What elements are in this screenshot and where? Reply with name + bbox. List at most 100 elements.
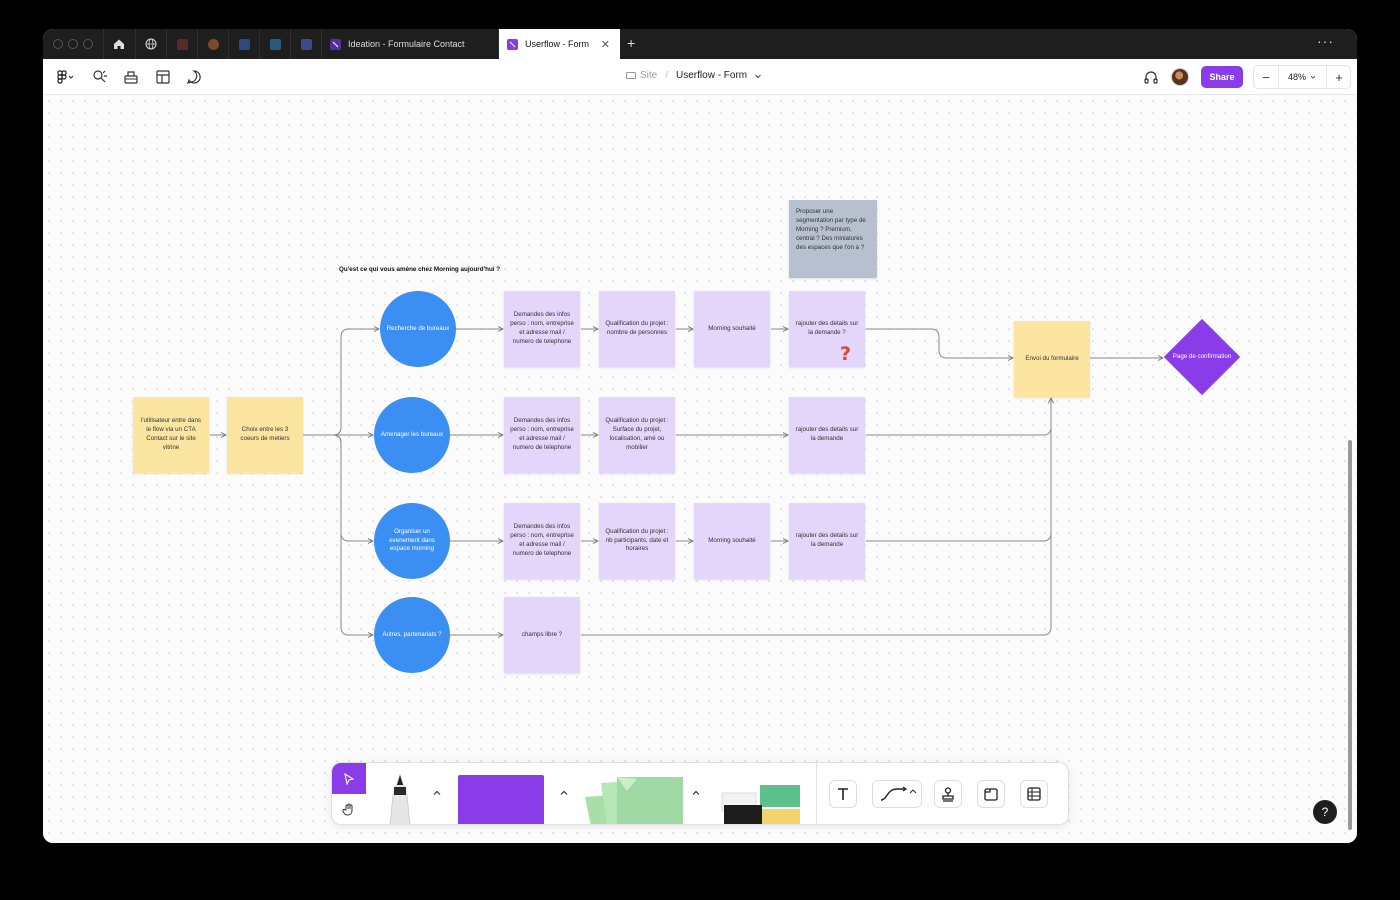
board-canvas[interactable]: Qu'est ce qui vous amène chez Morning au… [43,95,1357,843]
sticky-rajouter-details[interactable]: rajouter des details sur la demande [789,397,865,473]
shapes-tool-button[interactable] [458,775,544,824]
sticky-rajouter-details[interactable]: rajouter des details sur la demande ? [789,291,865,367]
marker-pen-icon [389,773,411,824]
close-window-button[interactable] [53,39,63,49]
sticky-start[interactable]: l'utilisateur entre dans le flow via un … [133,397,209,473]
sticky-qualification[interactable]: Qualification du projet : nb participant… [599,503,675,579]
marker-tool-button[interactable] [372,771,428,824]
connector[interactable] [866,405,1052,542]
text-icon [838,788,848,800]
chevron-down-icon[interactable] [753,71,763,81]
sticky-champs-libre[interactable]: champs libre ? [504,597,580,673]
templates-tool-button[interactable] [718,783,802,824]
table-icon [1027,787,1041,801]
file-thumbnail-icon [207,38,219,50]
sticky-qualification[interactable]: Qualification du projet : nombre de pers… [599,291,675,367]
section-icon [984,788,998,801]
sticky-infos-perso[interactable]: Demandes des infos perso : nom, entrepri… [504,503,580,579]
sticky-rajouter-details[interactable]: rajouter des details sur la demande [789,503,865,579]
table-tool-button[interactable] [1020,780,1048,808]
stamp-box-icon [124,71,138,84]
file-thumbnail-icon [176,38,188,50]
chevron-up-icon[interactable] [559,788,569,798]
sticky-qualification[interactable]: Qualification du projet : Surface du pro… [599,397,675,473]
zoom-level-dropdown[interactable]: 48% [1279,66,1326,88]
connector[interactable] [866,398,1051,436]
chevron-down-icon [1310,75,1316,79]
audio-button[interactable] [1142,68,1160,86]
main-menu-button[interactable] [53,68,79,86]
more-options-icon[interactable]: ··· [1317,33,1334,49]
connector[interactable] [332,434,373,635]
hand-tool-button[interactable] [332,794,366,824]
connector[interactable] [866,328,1013,358]
text-tool-button[interactable] [829,780,857,808]
close-tab-icon[interactable]: ✕ [601,38,610,51]
file-tab-1[interactable] [166,29,197,59]
minimize-window-button[interactable] [68,39,78,49]
help-button[interactable]: ? [1313,800,1337,824]
toolbar-divider [816,763,817,824]
file-thumbnail-icon [300,38,312,50]
breadcrumb-separator: / [665,70,669,81]
layout-icon [156,70,170,84]
breadcrumb-project[interactable]: Site [640,70,657,81]
resources-button[interactable] [122,68,140,86]
help-icon: ? [1321,805,1329,819]
file-thumbnail-icon [238,38,250,50]
zoom-out-button[interactable]: − [1254,66,1279,88]
comments-button[interactable] [185,68,203,86]
project-icon [626,72,636,79]
community-tab[interactable] [135,29,166,59]
sticky-infos-perso[interactable]: Demandes des infos perso : nom, entrepri… [504,291,580,367]
chevron-up-icon[interactable] [432,788,442,798]
circle-autres-partenariats[interactable]: Autres, partenariats ? [374,597,450,673]
breadcrumb: Site / Userflow - Form [626,70,763,81]
avatar[interactable] [1171,68,1189,86]
connector-tool-button[interactable] [872,780,922,808]
globe-icon [145,38,157,50]
circle-organiser-evenement[interactable]: Organiser un evenement dans espace morni… [374,503,450,579]
zoom-control: − 48% + [1253,65,1351,89]
file-tab-5[interactable] [290,29,321,59]
question-mark-sticker[interactable]: ? [840,345,851,364]
file-title[interactable]: Userflow - Form [676,70,747,81]
vertical-scrollbar[interactable] [1348,440,1352,830]
sticky-note-tool-button[interactable] [577,775,683,824]
zoom-in-button[interactable]: + [1326,66,1351,88]
file-tab-2[interactable] [197,29,228,59]
home-tab[interactable] [103,29,134,59]
select-tool-button[interactable] [332,763,366,794]
ai-tools-button[interactable] [91,68,109,86]
connector[interactable] [332,434,373,541]
file-tab-4[interactable] [259,29,290,59]
chevron-up-icon[interactable] [691,788,701,798]
new-tab-button[interactable]: + [627,35,635,51]
circle-recherche-bureaux[interactable]: Recherche de bureaux [380,291,456,367]
layout-button[interactable] [154,68,172,86]
circle-amenager-bureaux[interactable]: Amenager les bureaux [374,397,450,473]
sticky-morning-souhaite[interactable]: Morning souhaité [694,291,770,367]
tab-userflow[interactable]: Userflow - Form ✕ [498,29,620,59]
sticky-envoi-formulaire[interactable]: Envoi du formulaire [1014,321,1090,397]
connector[interactable] [303,329,379,436]
comment-icon [187,70,201,84]
sticky-morning-souhaite[interactable]: Morning souhaité [694,503,770,579]
stamp-tool-button[interactable] [934,780,962,808]
tab-title: Ideation - Formulaire Contact [348,39,465,49]
sticky-choice[interactable]: Choix entre les 3 coeurs de metiers [227,397,303,473]
share-button[interactable]: Share [1201,66,1243,88]
cursor-icon [344,772,355,785]
tab-title: Userflow - Form [525,39,590,49]
section-tool-button[interactable] [977,780,1005,808]
question-label[interactable]: Qu'est ce qui vous amène chez Morning au… [339,265,500,274]
stamp-icon [942,787,954,802]
sticky-note-segmentation[interactable]: Proposer une segmentation par type de Mo… [789,200,877,278]
tab-ideation[interactable]: Ideation - Formulaire Contact [321,29,498,59]
file-tab-3[interactable] [228,29,259,59]
figjam-file-icon [330,38,341,50]
template-thumbnails-icon [721,785,800,824]
home-icon [114,39,124,49]
sticky-infos-perso[interactable]: Demandes des infos perso : nom, entrepri… [504,397,580,473]
zoom-window-button[interactable] [83,39,93,49]
